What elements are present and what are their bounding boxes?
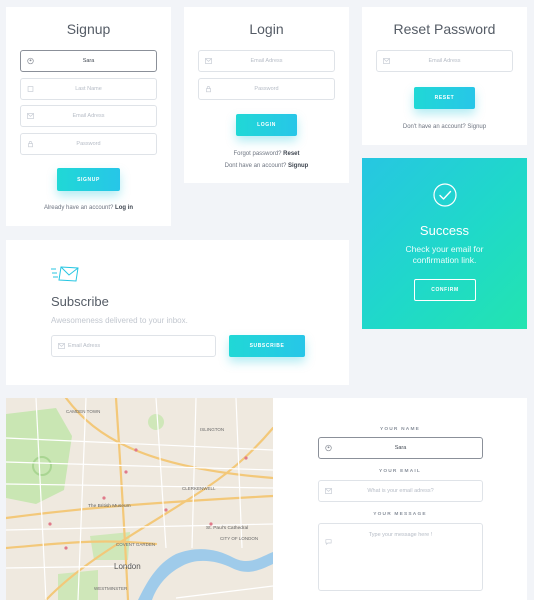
email-field[interactable]: Email Adress bbox=[20, 105, 157, 127]
signup-link[interactable]: Signup bbox=[467, 124, 486, 130]
login-card: Login Email Adress Password LOGIN Forgot… bbox=[184, 7, 349, 183]
password-field[interactable]: Password bbox=[198, 78, 335, 100]
name-field[interactable]: Sara bbox=[318, 437, 483, 459]
reset-footer: Don't have an account? Signup bbox=[362, 124, 527, 130]
signup-button[interactable]: SIGNUP bbox=[57, 168, 120, 191]
no-account-row: Dont have an account? Signup bbox=[184, 163, 349, 169]
user-icon bbox=[325, 444, 332, 452]
name-label: YOUR NAME bbox=[379, 427, 421, 432]
map-label-british-museum: The British Museum bbox=[88, 504, 131, 509]
message-label: YOUR MESSAGE bbox=[373, 512, 427, 517]
check-circle-icon bbox=[433, 183, 457, 212]
mail-icon bbox=[383, 58, 390, 64]
map-label-covent-garden: COVENT GARDEN bbox=[116, 542, 156, 547]
signup-title: Signup bbox=[66, 21, 111, 37]
subscribe-title: Subscribe bbox=[51, 294, 109, 309]
success-message-line1: Check your email for bbox=[405, 244, 484, 254]
first-name-field[interactable]: Sara bbox=[20, 50, 157, 72]
reset-password-title: Reset Password bbox=[393, 21, 496, 37]
signup-footer-text: Already have an account? bbox=[43, 205, 114, 211]
map-label-camden: CAMDEN TOWN bbox=[66, 409, 101, 414]
email-field[interactable]: What is your email adress? bbox=[318, 480, 483, 502]
success-card: Success Check your email for confirmatio… bbox=[362, 158, 527, 329]
password-field[interactable]: Password bbox=[20, 133, 157, 155]
map-label-islington: ISLINGTON bbox=[200, 427, 225, 432]
password-placeholder: Password bbox=[254, 86, 279, 92]
success-message-line2: confirmation link. bbox=[412, 255, 477, 265]
mail-icon bbox=[205, 58, 212, 64]
map-label-london: London bbox=[114, 562, 141, 571]
reset-password-card: Reset Password Email Adress RESET Don't … bbox=[362, 7, 527, 145]
password-placeholder: Password bbox=[76, 141, 101, 147]
signup-card: Signup Sara Last Name Email Adress Passw… bbox=[6, 7, 171, 226]
email-placeholder: Email Adress bbox=[72, 113, 105, 119]
last-name-field[interactable]: Last Name bbox=[20, 78, 157, 100]
lock-icon bbox=[27, 141, 34, 148]
mail-icon bbox=[325, 488, 332, 494]
reset-button[interactable]: RESET bbox=[414, 87, 475, 109]
message-placeholder: Type your message here ! bbox=[368, 532, 433, 538]
lock-icon bbox=[205, 86, 212, 93]
user-icon bbox=[27, 86, 34, 93]
first-name-value: Sara bbox=[82, 58, 95, 64]
subscribe-email-field[interactable]: Email Adress bbox=[51, 335, 216, 357]
login-link[interactable]: Log in bbox=[115, 205, 133, 211]
subscribe-card: Subscribe Awesomeness delivered to your … bbox=[6, 240, 349, 385]
email-placeholder: Email Adress bbox=[68, 343, 101, 349]
email-placeholder: Email Adress bbox=[428, 58, 461, 64]
mail-icon bbox=[27, 113, 34, 119]
forgot-password-text: Forgot password? bbox=[233, 151, 282, 157]
map-panel[interactable]: CAMDEN TOWN ISLINGTON CLERKENWELL The Br… bbox=[6, 398, 273, 600]
no-account-text: Dont have an account? bbox=[224, 163, 287, 169]
user-icon bbox=[27, 57, 34, 65]
map-label-st-pauls: St. Paul's Cathedral bbox=[206, 526, 249, 531]
email-field[interactable]: Email Adress bbox=[198, 50, 335, 72]
confirm-button[interactable]: CONFIRM bbox=[414, 279, 476, 301]
message-field[interactable]: Type your message here ! bbox=[318, 523, 483, 591]
signup-link[interactable]: Signup bbox=[288, 163, 308, 169]
success-title: Success bbox=[419, 223, 470, 238]
last-name-placeholder: Last Name bbox=[75, 86, 102, 92]
subscribe-button[interactable]: SUBSCRIBE bbox=[229, 335, 305, 357]
login-title: Login bbox=[249, 21, 284, 37]
mail-send-icon bbox=[51, 266, 79, 287]
signup-footer: Already have an account? Log in bbox=[6, 205, 171, 211]
email-placeholder: What is your email adress? bbox=[367, 488, 434, 494]
forgot-password-row: Forgot password? Reset bbox=[184, 151, 349, 157]
map-label-clerkenwell: CLERKENWELL bbox=[182, 486, 216, 491]
email-label: YOUR EMAIL bbox=[378, 469, 422, 474]
email-placeholder: Email Adress bbox=[250, 58, 283, 64]
name-value: Sara bbox=[394, 445, 407, 451]
map-label-westminster: WESTMINSTER bbox=[94, 586, 128, 591]
mail-icon bbox=[58, 343, 65, 349]
reset-footer-text: Don't have an account? bbox=[402, 124, 466, 130]
contact-card: YOUR NAME Sara YOUR EMAIL What is your e… bbox=[273, 398, 527, 600]
subscribe-subtitle: Awesomeness delivered to your inbox. bbox=[51, 316, 188, 325]
map-label-city: CITY OF LONDON bbox=[220, 536, 259, 541]
login-button[interactable]: LOGIN bbox=[236, 114, 297, 136]
email-field[interactable]: Email Adress bbox=[376, 50, 513, 72]
reset-link[interactable]: Reset bbox=[283, 151, 299, 157]
